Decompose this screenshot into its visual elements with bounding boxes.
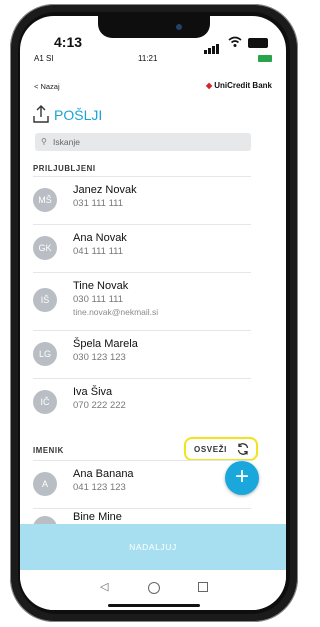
status-time: 11:21	[138, 54, 158, 63]
battery-icon	[258, 55, 272, 62]
camera-icon	[176, 24, 182, 30]
divider	[33, 272, 251, 273]
carrier-label: A1 SI	[34, 54, 54, 63]
wifi-icon	[228, 36, 242, 47]
back-button[interactable]: < Nazaj	[34, 82, 60, 91]
device-time: 4:13	[54, 34, 83, 50]
upload-icon	[33, 105, 49, 123]
contact-item[interactable]: A Ana Banana 041 123 123	[33, 460, 251, 508]
search-icon: ⚲	[41, 137, 47, 146]
page-title-text: POŠLJI	[54, 107, 103, 123]
brand-logo: ◆ UniCredit Bank	[206, 81, 272, 90]
divider	[33, 508, 251, 509]
contact-name: Ana Novak	[73, 232, 127, 244]
refresh-icon	[237, 443, 249, 455]
contact-name: Tine Novak	[73, 280, 129, 292]
brand-name: UniCredit Bank	[214, 81, 272, 90]
search-input[interactable]: ⚲ Iskanje	[35, 133, 251, 151]
avatar: GK	[33, 236, 57, 260]
search-placeholder: Iskanje	[53, 137, 80, 147]
battery-icon	[248, 38, 268, 48]
refresh-button[interactable]: OSVEŽI	[184, 437, 258, 461]
device-status-icons	[204, 36, 268, 54]
add-fab-button[interactable]: +	[225, 461, 259, 495]
favorite-item[interactable]: IČ Iva Šiva 070 222 222	[33, 378, 251, 426]
avatar: A	[33, 472, 57, 496]
contact-phone: 070 222 222	[73, 400, 126, 411]
contact-phone: 031 111 111	[73, 198, 124, 209]
contact-phone: 030 111 111	[73, 294, 124, 305]
contact-phone: 041 111 111	[73, 246, 124, 257]
divider	[33, 176, 251, 177]
favorite-item[interactable]: MŠ Janez Novak 031 111 111	[33, 176, 251, 224]
contact-name: Špela Marela	[73, 338, 138, 350]
divider	[33, 460, 251, 461]
top-bar: < Nazaj ◆ UniCredit Bank	[20, 80, 286, 94]
unicredit-logo-icon: ◆	[206, 81, 213, 90]
avatar: IČ	[33, 390, 57, 414]
refresh-label: OSVEŽI	[194, 445, 227, 454]
favorites-section-label: PRILJUBLJENI	[33, 164, 96, 173]
contact-name: Bine Mine	[73, 511, 122, 523]
favorite-item[interactable]: LG Špela Marela 030 123 123	[33, 330, 251, 378]
signal-icon	[204, 36, 220, 54]
contact-item[interactable]: Bine Mine	[33, 508, 251, 540]
app-status-bar: A1 SI 11:21	[20, 54, 286, 68]
contacts-section-label: IMENIK	[33, 446, 64, 455]
contact-name: Iva Šiva	[73, 386, 113, 398]
avatar: LG	[33, 342, 57, 366]
divider	[33, 330, 251, 331]
phone-notch	[98, 16, 210, 38]
divider	[33, 224, 251, 225]
favorite-item[interactable]: IŠ Tine Novak 030 111 111 tine.novak@nek…	[33, 272, 251, 330]
continue-button[interactable]: NADALJUJ	[20, 524, 286, 570]
contact-email: tine.novak@nekmail.si	[73, 307, 159, 317]
contact-phone: 041 123 123	[73, 482, 126, 493]
contact-name: Janez Novak	[73, 184, 137, 196]
contact-name: Ana Banana	[73, 468, 134, 480]
avatar: IŠ	[33, 288, 57, 312]
contact-phone: 030 123 123	[73, 352, 126, 363]
divider	[33, 378, 251, 379]
favorite-item[interactable]: GK Ana Novak 041 111 111	[33, 224, 251, 272]
avatar: MŠ	[33, 188, 57, 212]
